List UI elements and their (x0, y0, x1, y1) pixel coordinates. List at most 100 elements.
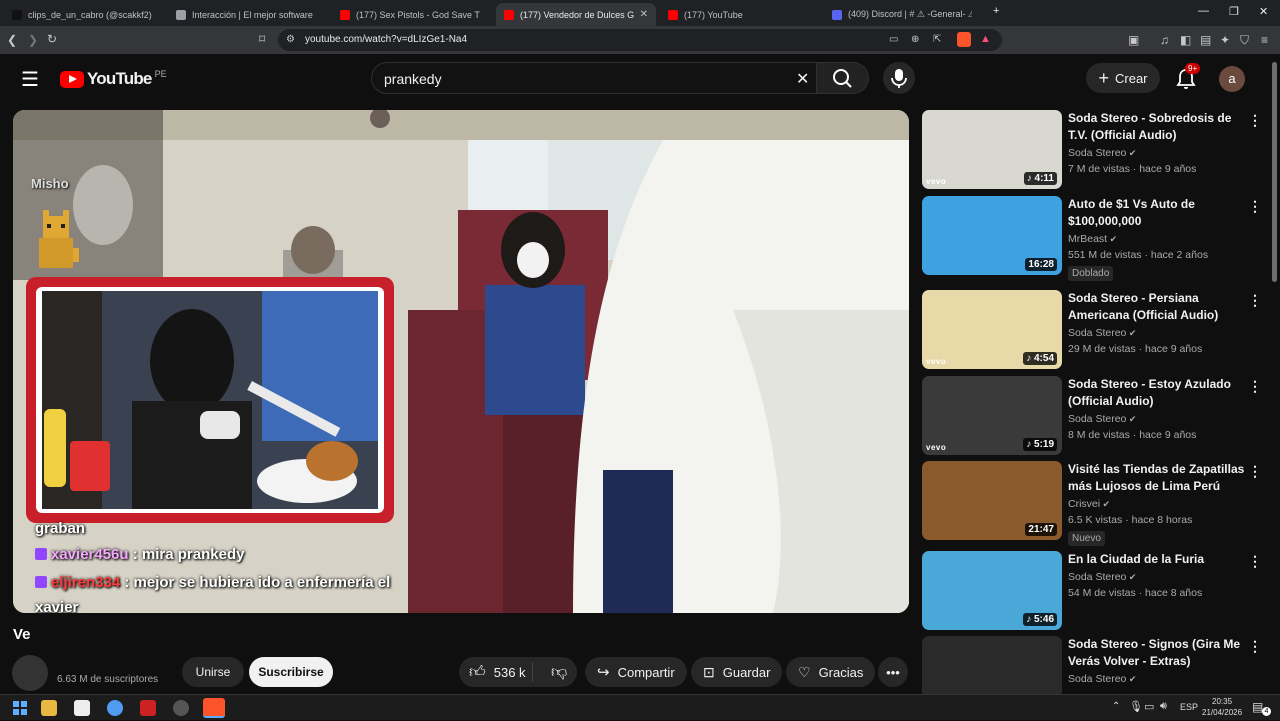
more-options-icon[interactable]: ⋮ (1248, 198, 1262, 215)
voice-search-button[interactable] (883, 62, 915, 94)
recommended-title[interactable]: En la Ciudad de la Furia (1068, 551, 1248, 568)
address-bar[interactable]: ⚙ youtube.com/watch?v=dLIzGe1-Na4 ▭ ⊕ ⇱ … (278, 29, 1002, 51)
join-button[interactable]: Unirse (182, 657, 244, 687)
recommended-video[interactable]: ♪ 5:46 En la Ciudad de la Furia Soda Stere… (922, 551, 1268, 633)
video-duration: ♪ 4:54 (1023, 352, 1057, 365)
recommended-title[interactable]: Soda Stereo - Sobredosis de T.V. (Offici… (1068, 110, 1248, 144)
recommended-channel[interactable]: Crisvei ✔ (1068, 498, 1110, 510)
video-thumbnail[interactable]: 21:47 (922, 461, 1062, 540)
new-tab-button[interactable]: + (993, 5, 999, 17)
guide-menu-icon[interactable]: ☰ (21, 67, 39, 92)
more-options-icon[interactable]: ⋮ (1248, 378, 1262, 395)
recommended-title[interactable]: Visité las Tiendas de Zapatillas más Luj… (1068, 461, 1248, 495)
dislike-button[interactable]: 👎︎ (541, 663, 567, 682)
recommended-video[interactable]: 16:28 Auto de $1 Vs Auto de $100,000,000 M… (922, 196, 1268, 281)
obs-icon[interactable] (173, 700, 189, 716)
recommended-title[interactable]: Soda Stereo - Signos (Gira Me Verás Volv… (1068, 636, 1248, 670)
youtube-play-icon (60, 70, 84, 88)
youtube-logo[interactable]: YouTube PE (60, 69, 167, 89)
media-icon[interactable]: ♫ (1160, 33, 1169, 47)
video-thumbnail[interactable]: vevo ♪ 5:19 (922, 376, 1062, 455)
wallet-icon[interactable]: ▤ (1200, 33, 1211, 47)
recommended-channel[interactable]: Soda Stereo ✔ (1068, 571, 1136, 583)
page-scrollbar[interactable] (1272, 62, 1277, 282)
reload-icon[interactable]: ↻ (47, 32, 57, 46)
thanks-button[interactable]: ♡ Gracias (786, 657, 876, 687)
more-options-icon[interactable]: ⋮ (1248, 112, 1262, 129)
brave-taskbar-icon[interactable] (203, 698, 225, 718)
clock-date[interactable]: 21/04/2026 (1202, 708, 1242, 717)
back-icon[interactable]: ❮ (7, 33, 17, 47)
recommended-channel[interactable]: Soda Stereo ✔ (1068, 413, 1136, 425)
bookmark-icon[interactable]: ⌑ (259, 32, 265, 46)
browser-tab[interactable]: (409) Discord | # ⚠ -General- ⚠ | Sc (824, 3, 984, 26)
account-avatar[interactable]: a (1219, 66, 1245, 92)
channel-avatar[interactable] (12, 655, 48, 691)
recommended-title[interactable]: Soda Stereo - Persiana Americana (Offici… (1068, 290, 1248, 324)
search-box[interactable]: prankedy ✕ (371, 62, 817, 94)
recommended-video[interactable]: vevo ♪ 4:11 Soda Stereo - Sobredosis de T.… (922, 110, 1268, 192)
clock-time[interactable]: 20:35 (1212, 697, 1232, 706)
cast-icon[interactable]: ▭ (889, 33, 898, 47)
forward-icon[interactable]: ❯ (28, 33, 38, 47)
browser-tab[interactable]: (177) Sex Pistols - God Save The Quee (332, 3, 492, 26)
video-thumbnail[interactable]: ♪ 5:46 (922, 551, 1062, 630)
start-icon[interactable] (12, 700, 28, 716)
create-button[interactable]: + Crear (1086, 63, 1160, 93)
video-thumbnail[interactable]: vevo ♪ 4:11 (922, 110, 1062, 189)
browser-tab[interactable]: Interacción | El mejor software para p (168, 3, 328, 26)
share-button[interactable]: ↪ Compartir (585, 657, 687, 687)
recommended-title[interactable]: Auto de $1 Vs Auto de $100,000,000 (1068, 196, 1248, 230)
minimize-button[interactable]: — (1198, 5, 1209, 17)
capcut-icon[interactable] (74, 700, 90, 716)
more-options-icon[interactable]: ⋮ (1248, 553, 1262, 570)
reader-icon[interactable]: ◧ (1180, 33, 1191, 47)
like-button[interactable]: 👍︎ 536 k (459, 662, 533, 682)
video-player[interactable]: Misho graban xavier456u : mira prankedy el… (13, 110, 909, 613)
volume-icon[interactable]: 🔊︎ (1160, 700, 1167, 713)
recommended-video[interactable]: 21:47 Visité las Tiendas de Zapatillas má… (922, 461, 1268, 546)
app-icon[interactable] (140, 700, 156, 716)
webcam-frame (26, 277, 394, 523)
close-tab-icon[interactable]: ✕ (634, 9, 648, 20)
tray-chevron-icon[interactable]: ⌃ (1112, 701, 1120, 712)
browser-tab[interactable]: (177) Vendedor de Dulces Grosero✕ (496, 3, 656, 26)
notifications-button[interactable]: 9+ (1174, 63, 1201, 91)
recommended-title[interactable]: Soda Stereo - Estoy Azulado (Official Au… (1068, 376, 1248, 410)
video-thumbnail[interactable]: vevo ♪ 4:54 (922, 290, 1062, 369)
recommended-channel[interactable]: Soda Stereo ✔ (1068, 147, 1136, 159)
menu-icon[interactable]: ≡ (1261, 33, 1268, 47)
recommended-video[interactable]: vevo ♪ 4:54 Soda Stereo - Persiana America… (922, 290, 1268, 372)
close-window-button[interactable]: ✕ (1259, 5, 1268, 18)
brave-shield-icon[interactable] (957, 32, 971, 47)
network-icon[interactable]: ▭ (1144, 700, 1154, 713)
share-page-icon[interactable]: ⇱ (933, 33, 941, 47)
more-options-icon[interactable]: ⋮ (1248, 463, 1262, 480)
recommended-channel[interactable]: Soda Stereo ✔ (1068, 327, 1136, 339)
more-options-icon[interactable]: ⋮ (1248, 292, 1262, 309)
browser-tab[interactable]: clips_de_un_cabro (@scakkf2) | TikTok (4, 3, 164, 26)
save-button[interactable]: ⊡ Guardar (691, 657, 783, 687)
sidebar-icon[interactable]: ▣ (1128, 33, 1139, 47)
leo-icon[interactable]: ✦ (1220, 33, 1230, 47)
recommended-video[interactable]: vevo ♪ 5:19 Soda Stereo - Estoy Azulado (O… (922, 376, 1268, 458)
video-thumbnail[interactable]: 16:28 (922, 196, 1062, 275)
chrome-icon[interactable] (107, 700, 123, 716)
vpn-icon[interactable]: ⛉ (1240, 33, 1249, 47)
restore-button[interactable]: ❐ (1229, 5, 1239, 18)
language-indicator[interactable]: ESP (1180, 702, 1198, 712)
recommended-channel[interactable]: Soda Stereo ✔ (1068, 673, 1136, 685)
search-button[interactable] (817, 62, 869, 94)
browser-tab[interactable]: (177) YouTube (660, 3, 820, 26)
brave-rewards-icon[interactable]: ▲ (980, 32, 991, 46)
more-actions-button[interactable]: ••• (878, 657, 908, 687)
clear-search-icon[interactable]: ✕ (796, 69, 809, 89)
zoom-icon[interactable]: ⊕ (911, 33, 919, 47)
site-info-icon[interactable]: ⚙ (286, 33, 295, 47)
file-explorer-icon[interactable] (41, 700, 57, 716)
more-options-icon[interactable]: ⋮ (1248, 638, 1262, 655)
recommended-channel[interactable]: MrBeast ✔ (1068, 233, 1117, 245)
subscribe-button[interactable]: Suscribirse (249, 657, 333, 687)
search-input[interactable]: prankedy (384, 71, 442, 87)
mic-tray-icon[interactable]: 🎙︎ (1129, 700, 1143, 713)
